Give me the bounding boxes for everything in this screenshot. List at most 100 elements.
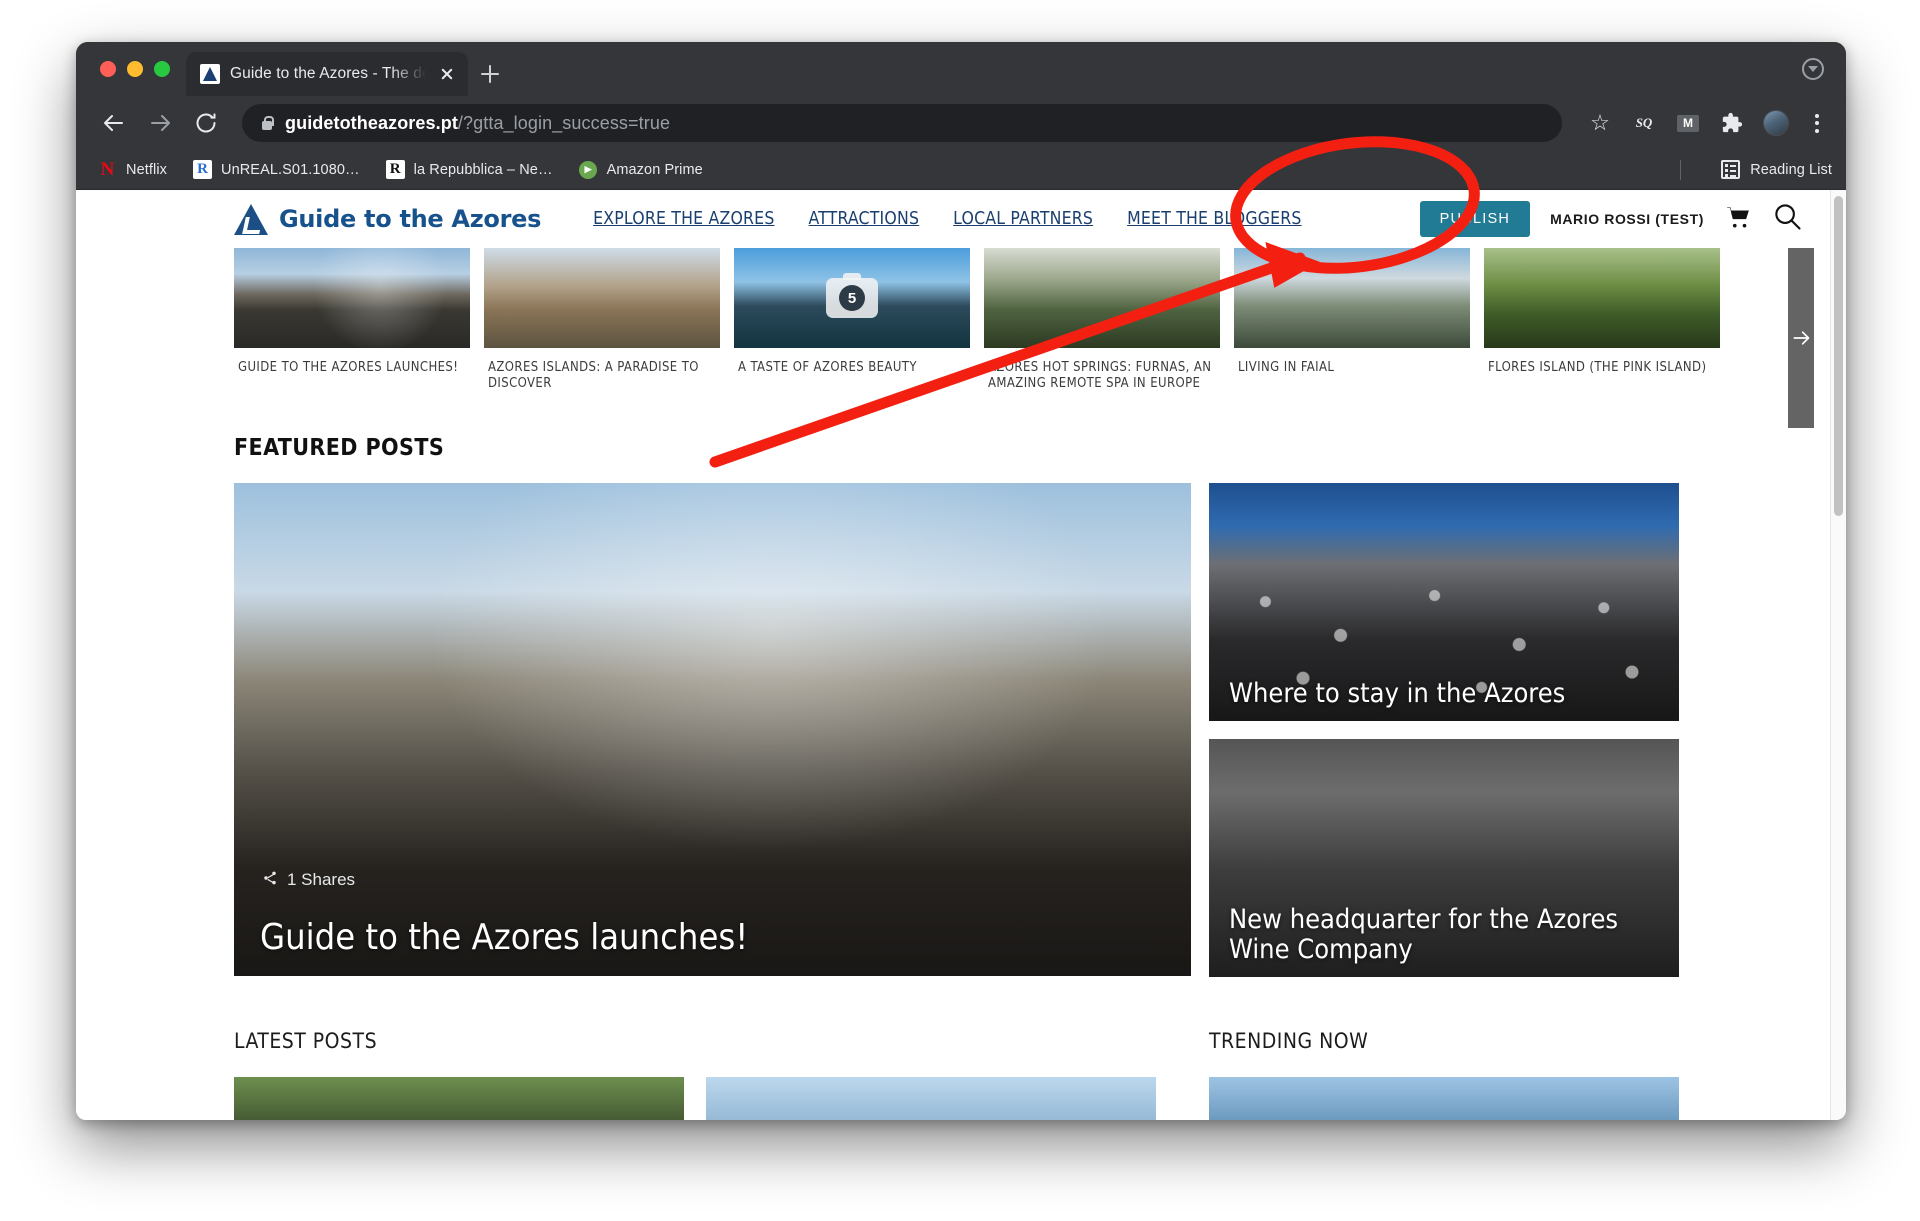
featured-side-card-title: Where to stay in the Azores [1229, 677, 1566, 709]
url-host: guidetotheazores.pt [285, 112, 458, 133]
bookmark-item-unreal[interactable]: R UnREAL.S01.1080… [193, 160, 360, 179]
carousel-thumbnail[interactable]: 5 [734, 248, 970, 348]
close-window-button[interactable] [100, 61, 116, 77]
profile-avatar[interactable] [1762, 109, 1790, 137]
carousel-item[interactable]: 5 A TASTE OF AZORES BEAUTY [734, 248, 970, 393]
carousel-caption: AZORES ISLANDS: A PARADISE TO DISCOVER [488, 360, 699, 392]
bookmark-label: Amazon Prime [606, 161, 703, 178]
arrow-left-icon[interactable] [94, 103, 134, 143]
trending-thumbnail[interactable] [1209, 1076, 1679, 1120]
screenshot-root: Guide to the Azores - The defin guidetot… [0, 0, 1920, 1221]
post-carousel: GUIDE TO THE AZORES LAUNCHES! AZORES ISL… [76, 248, 1830, 428]
bookmark-item-amazon-prime[interactable]: ▶ Amazon Prime [579, 160, 703, 179]
brand-name: Guide to the Azores [279, 205, 542, 233]
latest-post-thumbnail[interactable] [234, 1076, 684, 1120]
trending-now-heading: TRENDING NOW [1209, 1028, 1369, 1053]
carousel-item[interactable]: AZORES HOT SPRINGS: FURNAS, AN AMAZING R… [984, 248, 1220, 393]
carousel-item[interactable]: LIVING IN FAIAL [1234, 248, 1470, 393]
browser-window: Guide to the Azores - The defin guidetot… [76, 42, 1846, 1120]
trending-list [1209, 1076, 1679, 1120]
latest-posts-heading: LATEST POSTS [234, 1028, 378, 1053]
featured-side-card-title: New headquarter for the Azores Wine Comp… [1229, 904, 1619, 965]
amazon-prime-icon: ▶ [579, 160, 598, 179]
carousel-thumbnail[interactable] [1484, 248, 1720, 348]
carousel-caption: GUIDE TO THE AZORES LAUNCHES! [238, 360, 459, 375]
publish-button[interactable]: PUBLISH [1419, 201, 1531, 237]
featured-posts-heading: FEATURED POSTS [234, 434, 445, 461]
carousel-item[interactable]: GUIDE TO THE AZORES LAUNCHES! [234, 248, 470, 393]
extensions-puzzle-icon[interactable] [1718, 109, 1746, 137]
bottom-sections: LATEST POSTS TRENDING NOW [76, 1028, 1830, 1120]
search-icon[interactable] [1772, 201, 1802, 237]
gallery-count-badge: 5 [826, 273, 878, 318]
nav-item-explore-the-azores[interactable]: EXPLORE THE AZORES [593, 209, 774, 229]
nav-item-meet-the-bloggers[interactable]: MEET THE BLOGGERS [1127, 209, 1302, 229]
netflix-icon: N [100, 158, 115, 180]
carousel-caption: A TASTE OF AZORES BEAUTY [738, 360, 917, 375]
featured-side-cards: Where to stay in the Azores New headquar… [1209, 482, 1679, 977]
tab-title: Guide to the Azores - The defin [230, 65, 426, 82]
bookmark-label: la Repubblica – Ne… [413, 161, 553, 178]
share-count-label: 1 Shares [287, 870, 356, 889]
url-text: guidetotheazores.pt/?gtta_login_success=… [285, 113, 670, 134]
url-path: /?gtta_login_success=true [457, 112, 671, 133]
nav-item-attractions[interactable]: ATTRACTIONS [809, 209, 920, 229]
reading-list-label: Reading List [1750, 161, 1832, 178]
user-account-label[interactable]: MARIO ROSSI (TEST) [1550, 211, 1704, 227]
site-logo-icon [200, 64, 220, 84]
azores-whale-tail-logo [234, 203, 268, 235]
carousel-thumbnail[interactable] [1234, 248, 1470, 348]
nav-item-local-partners[interactable]: LOCAL PARTNERS [953, 209, 1093, 229]
carousel-item[interactable]: FLORES ISLAND (THE PINK ISLAND) [1484, 248, 1720, 393]
zoom-window-button[interactable] [154, 61, 170, 77]
featured-side-card[interactable]: Where to stay in the Azores [1209, 482, 1679, 721]
scrollbar-thumb[interactable] [1834, 196, 1843, 516]
window-traffic-lights[interactable] [92, 42, 186, 96]
arrow-right-icon[interactable] [140, 103, 180, 143]
bookmark-star-icon[interactable]: ☆ [1586, 109, 1614, 137]
carousel-caption: AZORES HOT SPRINGS: FURNAS, AN AMAZING R… [988, 360, 1212, 392]
sq-extension-icon[interactable]: SQ [1630, 109, 1658, 137]
close-icon[interactable] [436, 63, 458, 85]
bookmark-item-repubblica[interactable]: R la Repubblica – Ne… [385, 160, 553, 179]
gallery-count: 5 [839, 285, 865, 311]
carousel-thumbnail[interactable] [234, 248, 470, 348]
minimize-window-button[interactable] [127, 61, 143, 77]
header-actions: PUBLISH MARIO ROSSI (TEST) [1419, 201, 1802, 237]
carousel-track: GUIDE TO THE AZORES LAUNCHES! AZORES ISL… [234, 248, 1830, 393]
web-page: Guide to the Azores EXPLORE THE AZORES A… [76, 190, 1830, 1120]
chrome-menu-icon[interactable] [1806, 110, 1828, 136]
carousel-thumbnail[interactable] [984, 248, 1220, 348]
latest-posts-list [234, 1076, 1191, 1120]
gmail-extension-icon[interactable]: M [1674, 109, 1702, 137]
trending-now-section: TRENDING NOW [1209, 1028, 1679, 1120]
chevron-down-circle-icon[interactable] [1802, 58, 1824, 80]
page-viewport: Guide to the Azores EXPLORE THE AZORES A… [76, 190, 1846, 1120]
bookmark-label: UnREAL.S01.1080… [221, 161, 360, 178]
divider [1680, 159, 1682, 180]
featured-posts-grid: 1 Shares Guide to the Azores launches! W… [76, 482, 1830, 977]
address-bar[interactable]: guidetotheazores.pt/?gtta_login_success=… [242, 104, 1562, 142]
bookmark-item-netflix[interactable]: N Netflix [98, 158, 167, 180]
shopping-cart-icon[interactable] [1724, 204, 1752, 234]
latest-post-thumbnail[interactable] [706, 1076, 1156, 1120]
carousel-caption: FLORES ISLAND (THE PINK ISLAND) [1488, 360, 1707, 375]
bookmark-label: Netflix [126, 161, 167, 178]
site-header: Guide to the Azores EXPLORE THE AZORES A… [76, 190, 1830, 248]
carousel-thumbnail[interactable] [484, 248, 720, 348]
browser-toolbar: guidetotheazores.pt/?gtta_login_success=… [76, 96, 1846, 150]
reading-list-button[interactable]: Reading List [1707, 160, 1832, 179]
carousel-next-button[interactable] [1788, 248, 1814, 428]
page-scrollbar[interactable] [1830, 190, 1846, 1120]
share-icon [262, 870, 278, 891]
reload-icon[interactable] [186, 103, 226, 143]
latest-posts-section: LATEST POSTS [234, 1028, 1191, 1120]
site-brand[interactable]: Guide to the Azores [234, 203, 542, 235]
carousel-item[interactable]: AZORES ISLANDS: A PARADISE TO DISCOVER [484, 248, 720, 393]
browser-tab[interactable]: Guide to the Azores - The defin [186, 52, 468, 96]
plus-icon[interactable] [468, 52, 512, 96]
rarbg-icon: R [193, 160, 212, 179]
featured-hero-card[interactable]: 1 Shares Guide to the Azores launches! [234, 482, 1191, 976]
featured-side-card[interactable]: New headquarter for the Azores Wine Comp… [1209, 738, 1679, 977]
featured-hero-title: Guide to the Azores launches! [260, 916, 749, 958]
